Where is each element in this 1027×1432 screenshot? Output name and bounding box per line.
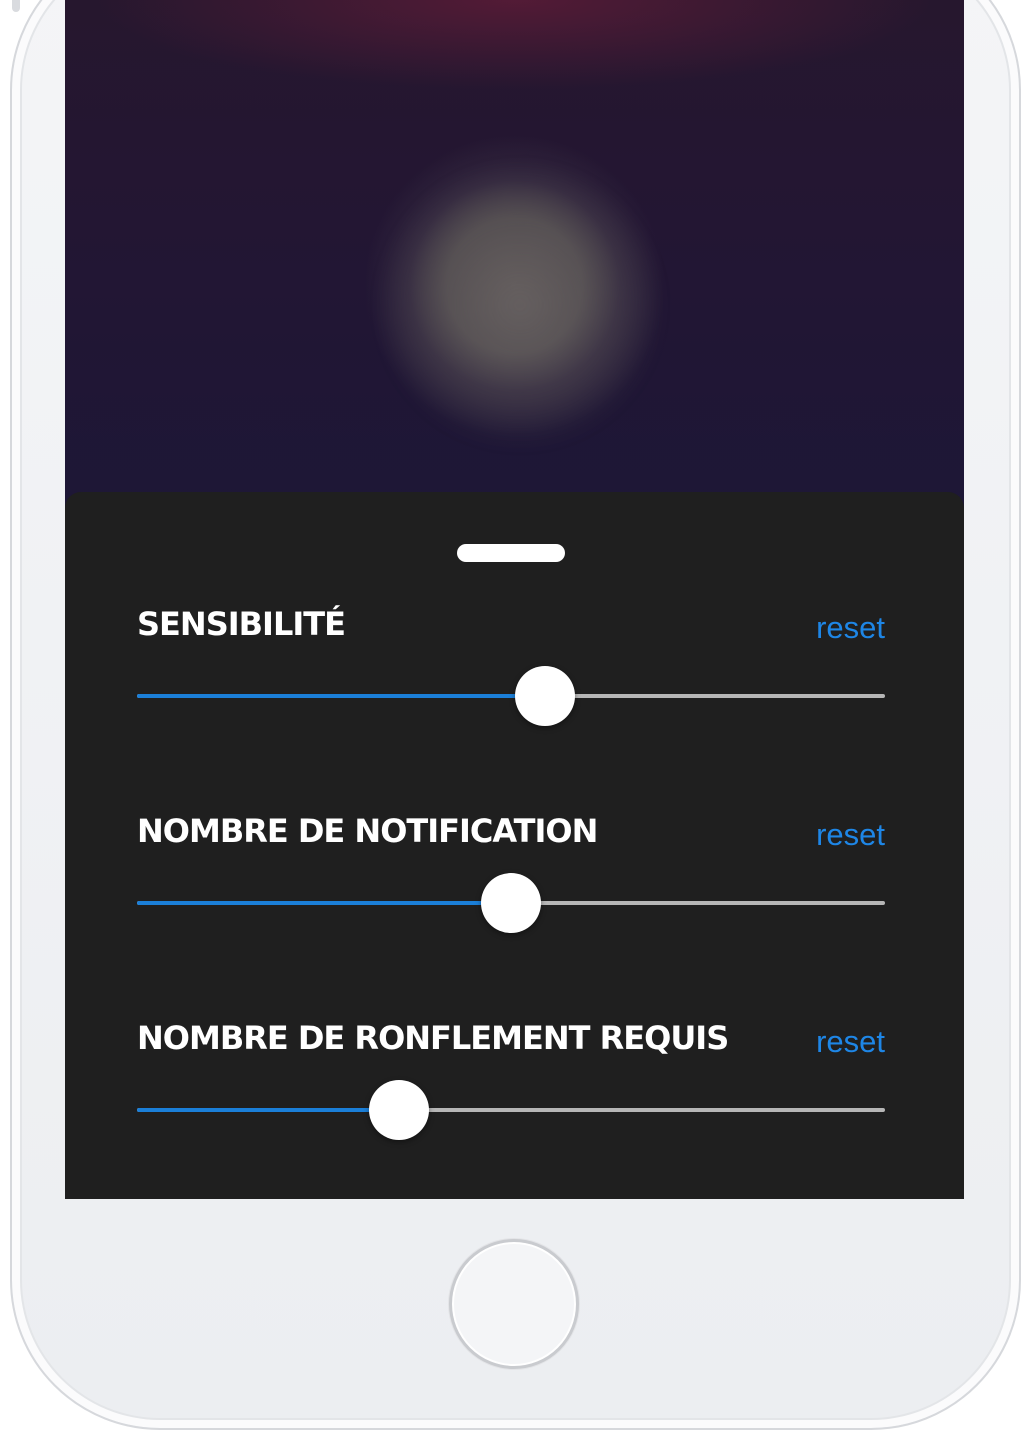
reset-button[interactable]: reset [816, 608, 885, 648]
slider-thumb[interactable] [368, 1080, 429, 1140]
setting-title: SENSIBILITÉ [137, 605, 346, 643]
setting-title: NOMBRE DE RONFLEMENT REQUIS [137, 1019, 729, 1057]
slider-fill [137, 1108, 399, 1112]
side-button [12, 0, 20, 12]
app-screen: SENSIBILITÉ reset NOMBRE DE NOTIFICATION… [65, 0, 964, 1199]
reset-button[interactable]: reset [816, 1022, 885, 1062]
settings-bottom-sheet: SENSIBILITÉ reset NOMBRE DE NOTIFICATION… [65, 492, 964, 1199]
glowing-orb [375, 160, 665, 450]
setting-title: NOMBRE DE NOTIFICATION [137, 812, 598, 850]
sheet-grabber-icon[interactable] [457, 544, 565, 562]
slider-fill [137, 694, 545, 698]
reset-button[interactable]: reset [816, 815, 885, 855]
notification-slider[interactable] [137, 873, 885, 933]
setting-sensibilite: SENSIBILITÉ reset [137, 604, 885, 754]
slider-thumb[interactable] [514, 666, 575, 726]
slider-fill [137, 901, 511, 905]
animation-scene [65, 0, 964, 560]
slider-track [137, 1108, 885, 1112]
sensibilite-slider[interactable] [137, 666, 885, 726]
slider-track [137, 694, 885, 698]
setting-nombre-de-ronflement-requis: NOMBRE DE RONFLEMENT REQUIS reset [137, 1018, 885, 1168]
home-button-icon[interactable] [449, 1239, 579, 1369]
ronflement-slider[interactable] [137, 1080, 885, 1140]
setting-nombre-de-notification: NOMBRE DE NOTIFICATION reset [137, 811, 885, 961]
slider-thumb[interactable] [481, 873, 541, 933]
